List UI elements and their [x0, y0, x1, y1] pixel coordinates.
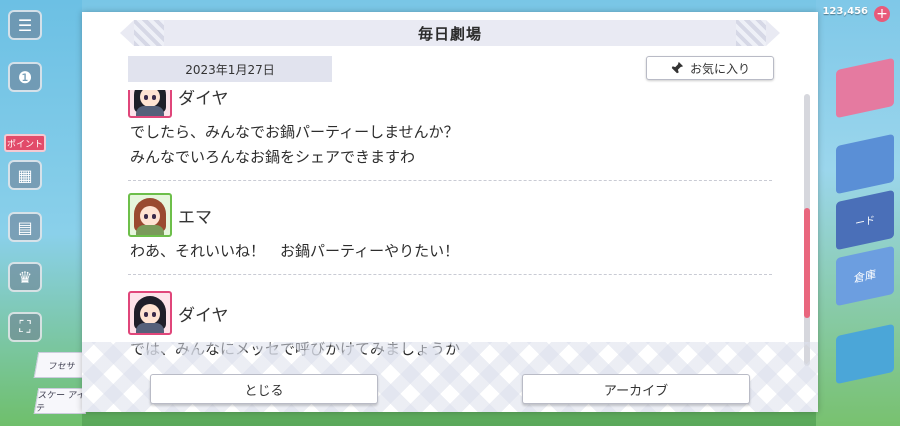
- message-line: では、みんなにメッセで呼びかけてみましょうか: [130, 340, 461, 358]
- emma-avatar-icon: [128, 193, 172, 237]
- dialog-title-bar: 毎日劇場: [120, 20, 780, 46]
- event-button[interactable]: ポイント: [4, 134, 46, 152]
- close-label: とじる: [244, 383, 284, 399]
- message-header: エマ: [128, 193, 772, 237]
- expand-icon[interactable]: ⛶: [8, 312, 42, 342]
- daily-theater-dialog: 毎日劇場 2023年1月27日 お気に入り ダイヤ でしたら、みんなでお鍋パーテ…: [82, 12, 818, 412]
- chat-icon[interactable]: ❶: [8, 62, 42, 92]
- tag-top-label: フセサ: [47, 361, 77, 372]
- dialog-title: 毎日劇場: [417, 24, 482, 43]
- archive-button[interactable]: アーカイブ: [522, 374, 750, 404]
- menu-icon[interactable]: ☰: [8, 10, 42, 40]
- message-header: ダイヤ: [128, 291, 772, 335]
- tile-storage[interactable]: 倉庫: [836, 245, 894, 307]
- message-line: わあ、それいいね！ お鍋パーティーやりたい！: [130, 242, 460, 260]
- tile-bottom[interactable]: [836, 323, 894, 385]
- chat-scrollbar[interactable]: [804, 94, 810, 366]
- event-label: ポイント: [6, 139, 43, 150]
- tile-storage-label: 倉庫: [854, 267, 876, 286]
- chat-message: ダイヤ でしたら、みんなでお鍋パーティーしませんか？ みんなでいろんなお鍋をシェ…: [128, 90, 772, 181]
- speaker-name: ダイヤ: [178, 90, 229, 109]
- archive-label: アーカイブ: [603, 383, 669, 399]
- date-label: 2023年1月27日: [128, 56, 332, 82]
- close-button[interactable]: とじる: [150, 374, 378, 404]
- favorite-button[interactable]: お気に入り: [646, 56, 774, 80]
- chat-message: エマ わあ、それいいね！ お鍋パーティーやりたい！: [128, 193, 772, 275]
- background-left-menu: ☰ ❶ ポイント ▦ ▤ ♛ ⛶ フセサ スケー アイテ: [0, 0, 91, 426]
- message-header: ダイヤ: [128, 90, 772, 118]
- message-line: みんなでいろんなお鍋をシェアできますわ: [130, 148, 416, 166]
- tile-mid[interactable]: ード: [836, 189, 894, 251]
- chat-message: ダイヤ では、みんなにメッセで呼びかけてみましょうか: [128, 291, 772, 370]
- message-line: でしたら、みんなでお鍋パーティーしませんか？: [130, 123, 459, 141]
- speaker-name: エマ: [178, 207, 212, 228]
- resource-counter: 123,456: [822, 6, 868, 17]
- card-icon[interactable]: ▤: [8, 212, 42, 242]
- background-right-panel: + 123,456 ード 倉庫: [816, 0, 900, 426]
- dia-avatar-icon: [128, 90, 172, 118]
- gift-icon[interactable]: ▦: [8, 160, 42, 190]
- speaker-name: ダイヤ: [178, 305, 229, 326]
- tile-blue[interactable]: [836, 133, 894, 195]
- tile-mid-label: ード: [855, 214, 875, 230]
- dia-avatar-icon: [128, 291, 172, 335]
- favorite-label: お気に入り: [689, 61, 750, 76]
- pin-icon: [670, 61, 684, 75]
- trophy-icon[interactable]: ♛: [8, 262, 42, 292]
- tile-pink[interactable]: [836, 57, 894, 119]
- chat-log[interactable]: ダイヤ でしたら、みんなでお鍋パーティーしませんか？ みんなでいろんなお鍋をシェ…: [128, 90, 772, 370]
- scrollbar-thumb[interactable]: [804, 208, 810, 318]
- plus-icon[interactable]: +: [874, 6, 890, 22]
